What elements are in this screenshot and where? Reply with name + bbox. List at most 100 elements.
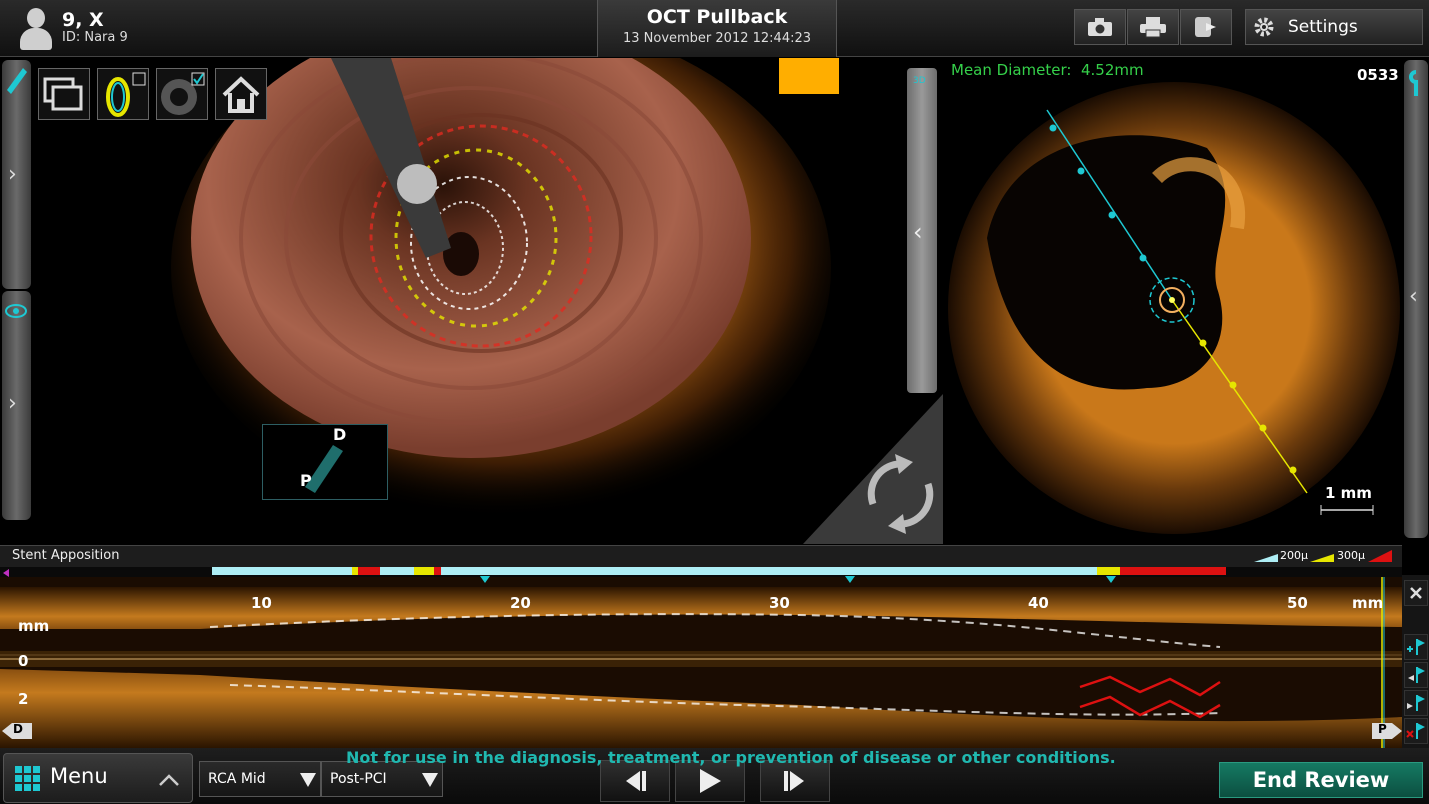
patient-info[interactable]: 9, X ID: Nara 9 (18, 6, 128, 50)
oct-review-screen: 9, X ID: Nara 9 OCT Pullback 13 November… (0, 0, 1429, 804)
print-button[interactable] (1127, 9, 1179, 45)
snapshot-button[interactable] (1074, 9, 1126, 45)
threshold-low-label: 200µ (1280, 549, 1308, 562)
home-icon (222, 76, 260, 113)
header-bar: 9, X ID: Nara 9 OCT Pullback 13 November… (0, 0, 1429, 57)
menu-button[interactable]: Menu (3, 753, 193, 803)
axis-tick-10: 10 (251, 594, 272, 612)
apposition-segment (414, 567, 434, 575)
oct-cross-section-image (948, 82, 1400, 534)
apposition-segment (1120, 567, 1226, 575)
delete-flag-icon (1406, 723, 1425, 739)
end-review-button[interactable]: End Review (1219, 762, 1423, 798)
apposition-bar[interactable] (0, 567, 1402, 575)
settings-button[interactable]: Settings (1245, 9, 1423, 45)
longitudinal-view[interactable]: 10 20 30 40 50 mm mm 0 2 D P (0, 567, 1402, 748)
proximal-end-marker[interactable] (1372, 721, 1402, 741)
step-back-icon (626, 771, 646, 791)
left-rail-measure[interactable]: › (2, 60, 31, 289)
close-icon (1410, 587, 1422, 599)
panel-title: Stent Apposition (12, 548, 120, 563)
settings-label: Settings (1288, 17, 1358, 37)
expand-chevron-icon[interactable]: › (8, 162, 17, 187)
patient-id: ID: Nara 9 (62, 30, 128, 45)
close-longitudinal-button[interactable] (1404, 580, 1428, 606)
gear-icon (1254, 17, 1274, 37)
3d-badge: 3D (913, 76, 926, 86)
prev-flag-icon (1408, 667, 1425, 683)
footer-bar: Menu RCA Mid Post-PCI Not for use in the… (0, 748, 1429, 804)
collapse-chevron-icon[interactable]: ‹ (913, 218, 923, 246)
3d-vessel-view[interactable]: 3D ‹ D P (31, 58, 944, 544)
axis-tick-40: 40 (1028, 594, 1049, 612)
lumen-toggle[interactable] (156, 68, 208, 120)
stacked-frames-icon (43, 77, 83, 111)
regulatory-disclaimer: Not for use in the diagnosis, treatment,… (346, 748, 1116, 767)
axis-tick-20: 20 (510, 594, 531, 612)
stent-ring-toggle[interactable] (97, 68, 149, 120)
distal-label: D (333, 425, 347, 444)
threshold-high-label: 300µ (1337, 549, 1365, 562)
prev-marker-button[interactable] (1404, 662, 1428, 688)
export-button[interactable] (1180, 9, 1232, 45)
page-title: OCT Pullback (646, 6, 788, 28)
end-review-label: End Review (1252, 768, 1390, 792)
3d-side-scroller[interactable]: 3D ‹ (907, 68, 937, 393)
apposition-segment (358, 567, 380, 575)
layout-toggle-button[interactable] (38, 68, 90, 120)
proximal-label: P (300, 471, 312, 490)
acquisition-datetime: 13 November 2012 12:44:23 (622, 31, 812, 46)
home-view-button[interactable] (215, 68, 267, 120)
axis-unit-label: mm (1352, 594, 1384, 612)
apposition-segment (434, 567, 441, 575)
distal-end-label: D (13, 722, 23, 736)
axis-tick-50: 50 (1287, 594, 1308, 612)
apposition-segment (380, 567, 414, 575)
add-marker-button[interactable] (1404, 634, 1428, 660)
mean-diameter-readout: Mean Diameter: 4.52mm (951, 61, 1144, 79)
add-flag-icon (1407, 639, 1425, 655)
rotate-view-button[interactable] (803, 394, 943, 544)
chevron-down-icon (422, 773, 438, 787)
vessel-select[interactable]: RCA Mid (199, 761, 321, 797)
camera-icon (1088, 18, 1112, 36)
delete-marker-button[interactable] (1404, 718, 1428, 744)
left-rail-view[interactable]: › (2, 291, 31, 520)
stent-apposition-header: Stent Apposition 200µ 300µ (0, 545, 1402, 567)
wrench-icon (1409, 70, 1418, 96)
orientation-inset: D P (262, 424, 388, 500)
proximal-end-label: P (1378, 722, 1387, 736)
right-rail-tools[interactable]: ‹ (1404, 60, 1428, 538)
chevron-down-icon (300, 773, 316, 787)
next-marker-button[interactable] (1404, 690, 1428, 716)
apposition-segment (441, 567, 1097, 575)
expand-chevron-icon[interactable]: › (8, 391, 17, 416)
export-icon (1195, 17, 1216, 37)
frame-number: 0533 (1357, 66, 1399, 84)
y-tick-0: 0 (18, 652, 29, 670)
vessel-select-value: RCA Mid (208, 771, 266, 787)
lumen-icon (161, 72, 205, 115)
menu-label: Menu (50, 764, 108, 788)
apposition-wedge-icon (1254, 554, 1278, 562)
phase-select-value: Post-PCI (330, 771, 387, 787)
cross-section-view[interactable]: Mean Diameter: 4.52mm 0533 1 mm (947, 58, 1402, 544)
stent-ring-icon (106, 72, 146, 117)
printer-icon (1140, 17, 1166, 38)
chevron-up-icon (159, 774, 179, 786)
axis-tick-30: 30 (769, 594, 790, 612)
legend-yellow-swatch-icon (1310, 554, 1334, 562)
ruler-icon (7, 68, 27, 94)
patient-avatar-icon (18, 6, 54, 50)
eye-icon (5, 304, 27, 318)
apposition-segment (1097, 567, 1120, 575)
y-unit-label: mm (18, 617, 50, 635)
vessel-orientation-icon (305, 445, 343, 493)
longitudinal-oct-image (0, 567, 1402, 748)
collapse-chevron-icon[interactable]: ‹ (1409, 284, 1418, 309)
patient-name: 9, X (62, 9, 104, 31)
play-icon (700, 769, 721, 793)
step-forward-icon (784, 771, 804, 791)
legend-red-swatch-icon (1368, 550, 1392, 562)
scale-bar-label: 1 mm (1325, 484, 1372, 502)
